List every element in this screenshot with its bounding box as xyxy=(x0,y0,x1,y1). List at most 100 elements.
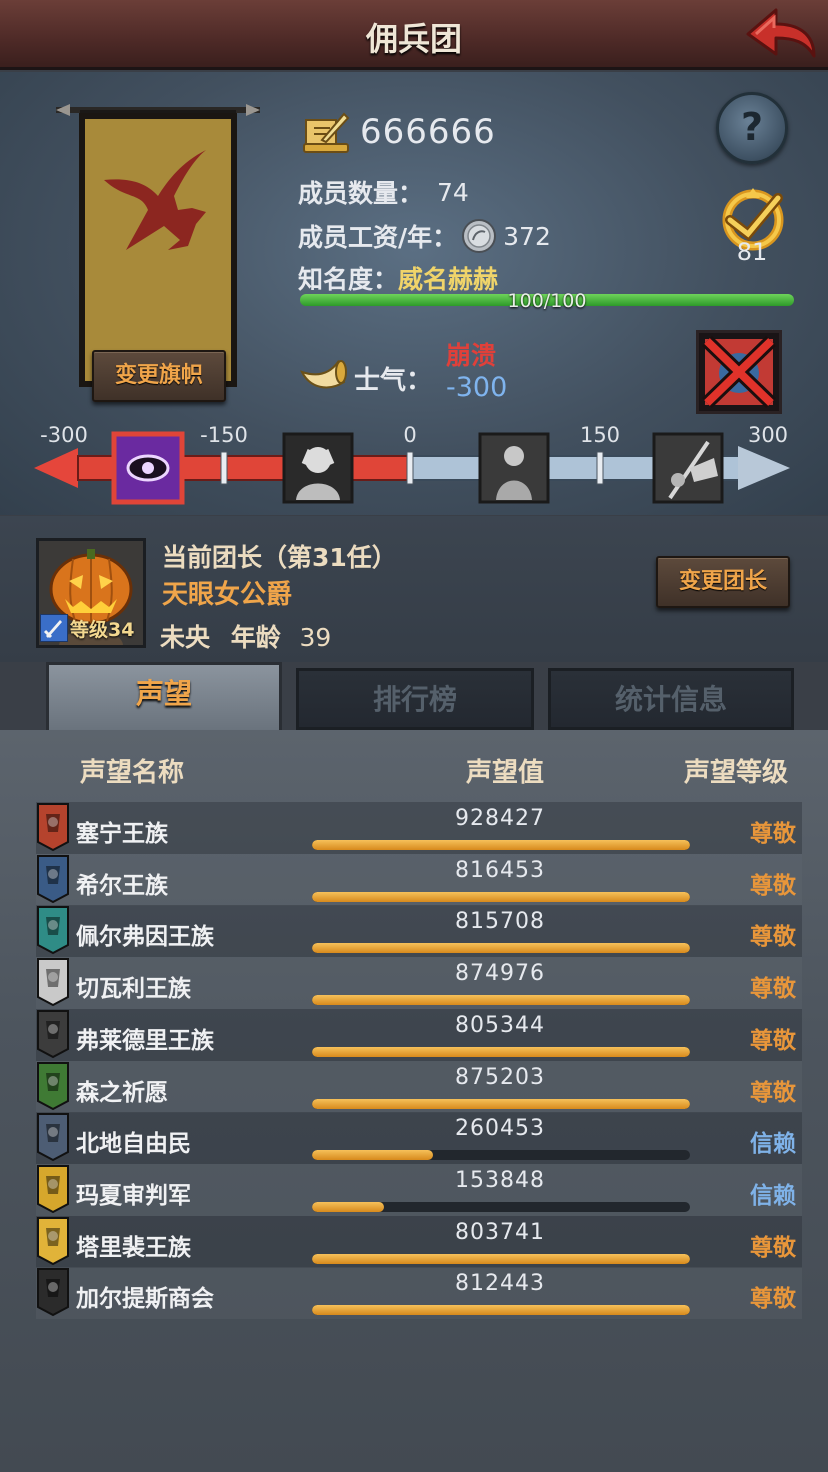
reputation-progress-bar xyxy=(312,943,690,954)
faction-emblem-icon xyxy=(37,906,69,955)
reputation-progress-bar xyxy=(312,1046,690,1057)
reputation-level: 尊敬 xyxy=(750,821,796,847)
header-rep-level: 声望等级 xyxy=(684,758,789,788)
reputation-progress-bar xyxy=(312,1305,690,1316)
reputation-level: 尊敬 xyxy=(750,1286,796,1313)
reputation-progress-fill xyxy=(312,1201,384,1212)
title-bar: 佣兵团 xyxy=(0,0,828,70)
salary-label: 成员工资/年： xyxy=(298,223,458,252)
reputation-row[interactable]: 北地自由民 260453 信赖 xyxy=(36,1112,802,1165)
members-row: 成员数量： 74 xyxy=(298,174,469,210)
reputation-progress-fill xyxy=(312,1305,690,1316)
reputation-value: 812443 xyxy=(455,1271,545,1297)
faction-emblem-icon xyxy=(37,803,69,852)
reputation-progress-fill xyxy=(312,840,690,850)
madness-eye-icon xyxy=(111,431,185,505)
reputation-progress-fill xyxy=(312,891,690,902)
change-leader-button[interactable]: 变更团长 xyxy=(656,556,790,608)
reputation-level: 尊敬 xyxy=(750,872,796,899)
leader-zodiac: 未央 xyxy=(160,623,211,652)
reputation-level: 信赖 xyxy=(750,1131,796,1158)
reputation-value: 153848 xyxy=(455,1167,545,1193)
reputation-progress-bar xyxy=(312,1150,690,1161)
reputation-value: 803741 xyxy=(455,1219,545,1245)
reputation-row[interactable]: 弗莱德里王族 805344 尊敬 xyxy=(36,1008,802,1061)
faction-name: 佩尔弗因王族 xyxy=(76,924,214,951)
funds-display: 666666 xyxy=(302,108,496,156)
funds-value: 666666 xyxy=(360,112,496,152)
reputation-level: 尊敬 xyxy=(750,1079,796,1106)
leader-info: 未央 年龄 39 xyxy=(160,618,331,654)
reputation-row[interactable]: 希尔王族 816453 尊敬 xyxy=(36,853,802,906)
reputation-value: 928427 xyxy=(455,806,545,831)
morale-scale-tick: 0 xyxy=(403,423,416,447)
company-banner xyxy=(56,104,260,387)
morale-scale: -300 -150 0 150 300 xyxy=(34,423,790,505)
reputation-level: 尊敬 xyxy=(750,924,796,951)
change-banner-button[interactable]: 变更旗帜 xyxy=(92,350,226,402)
reputation-row[interactable]: 加尔提斯商会 812443 尊敬 xyxy=(36,1267,802,1320)
faction-name: 塔里裴王族 xyxy=(76,1234,191,1261)
reputation-level: 尊敬 xyxy=(750,1234,796,1261)
silver-coin-icon xyxy=(462,219,497,253)
morale-state: 崩溃 xyxy=(446,341,497,370)
faction-name: 塞宁王族 xyxy=(76,821,168,847)
reputation-progress-fill xyxy=(312,943,690,954)
reputation-row[interactable]: 玛夏审判军 153848 信赖 xyxy=(36,1163,802,1216)
back-arrow-icon[interactable] xyxy=(744,4,818,64)
question-mark-icon[interactable]: ? xyxy=(716,92,788,164)
reputation-progress-bar xyxy=(312,1098,690,1109)
morale-label: 士气： xyxy=(354,366,433,396)
reputation-progress-fill xyxy=(312,1098,690,1109)
members-value: 74 xyxy=(437,177,469,207)
morale-scale-marker xyxy=(220,451,228,485)
reputation-progress-bar xyxy=(312,995,690,1006)
reputation-row[interactable]: 塔里裴王族 803741 尊敬 xyxy=(36,1215,802,1268)
reputation-progress-fill xyxy=(312,995,690,1006)
reputation-row[interactable]: 切瓦利王族 874976 尊敬 xyxy=(36,957,802,1010)
reputation-row[interactable]: 佩尔弗因王族 815708 尊敬 xyxy=(36,905,802,958)
reputation-row[interactable]: 塞宁王族 928427 尊敬 xyxy=(36,802,802,854)
faction-name: 切瓦利王族 xyxy=(76,976,191,1003)
reputation-value: 815708 xyxy=(455,909,545,935)
leader-name: 天眼女公爵 xyxy=(162,580,293,610)
salary-row: 成员工资/年： 372 xyxy=(298,218,551,254)
calm-icon xyxy=(478,432,550,504)
reputation-row[interactable]: 森之祈愿 875203 尊敬 xyxy=(36,1060,802,1113)
tab-leaderboard[interactable]: 排行榜 xyxy=(296,668,534,730)
disabled-status-icon[interactable] xyxy=(696,330,782,414)
morale-scale-tick: -300 xyxy=(40,423,88,447)
sword-icon xyxy=(40,614,68,642)
reputation-progress-fill xyxy=(312,1253,690,1264)
reputation-progress-bar xyxy=(312,1253,690,1264)
members-label: 成员数量： xyxy=(298,179,424,208)
header-rep-name: 声望名称 xyxy=(80,758,185,788)
faction-name: 森之祈愿 xyxy=(76,1079,168,1106)
morale-scale-tick: 300 xyxy=(748,423,788,447)
faction-emblem-icon xyxy=(37,1164,69,1214)
faction-name: 北地自由民 xyxy=(76,1131,191,1158)
morale-scale-marker xyxy=(596,451,604,485)
leader-panel: 等级34 当前团长（第31任） 天眼女公爵 未央 年龄 39 变更团长 xyxy=(0,516,828,662)
reputation-progress-fill xyxy=(312,1150,433,1161)
reputation-progress-bar xyxy=(312,840,690,850)
faction-emblem-icon xyxy=(37,1216,69,1265)
faction-emblem-icon xyxy=(37,1009,69,1058)
morale-scale-tick: -150 xyxy=(200,423,248,447)
reputation-value: 875203 xyxy=(455,1064,545,1090)
reputation-level: 信赖 xyxy=(750,1182,796,1209)
morale-scale-tick: 150 xyxy=(580,423,620,447)
faction-name: 玛夏审判军 xyxy=(76,1182,191,1209)
tab-statistics[interactable]: 统计信息 xyxy=(548,668,794,730)
leader-title: 当前团长（第31任） xyxy=(162,543,397,572)
reputation-progress-bar xyxy=(312,1201,690,1212)
reputation-progress-fill xyxy=(312,1046,690,1057)
faction-name: 弗莱德里王族 xyxy=(76,1027,214,1054)
horn-icon xyxy=(300,359,347,389)
page-title: 佣兵团 xyxy=(365,20,462,58)
reputation-level: 尊敬 xyxy=(750,1027,796,1054)
fame-progress-text: 100/100 xyxy=(507,290,587,312)
tab-reputation[interactable]: 声望 xyxy=(46,662,282,734)
rank-value: 81 xyxy=(736,238,768,266)
faction-name: 希尔王族 xyxy=(76,872,168,899)
